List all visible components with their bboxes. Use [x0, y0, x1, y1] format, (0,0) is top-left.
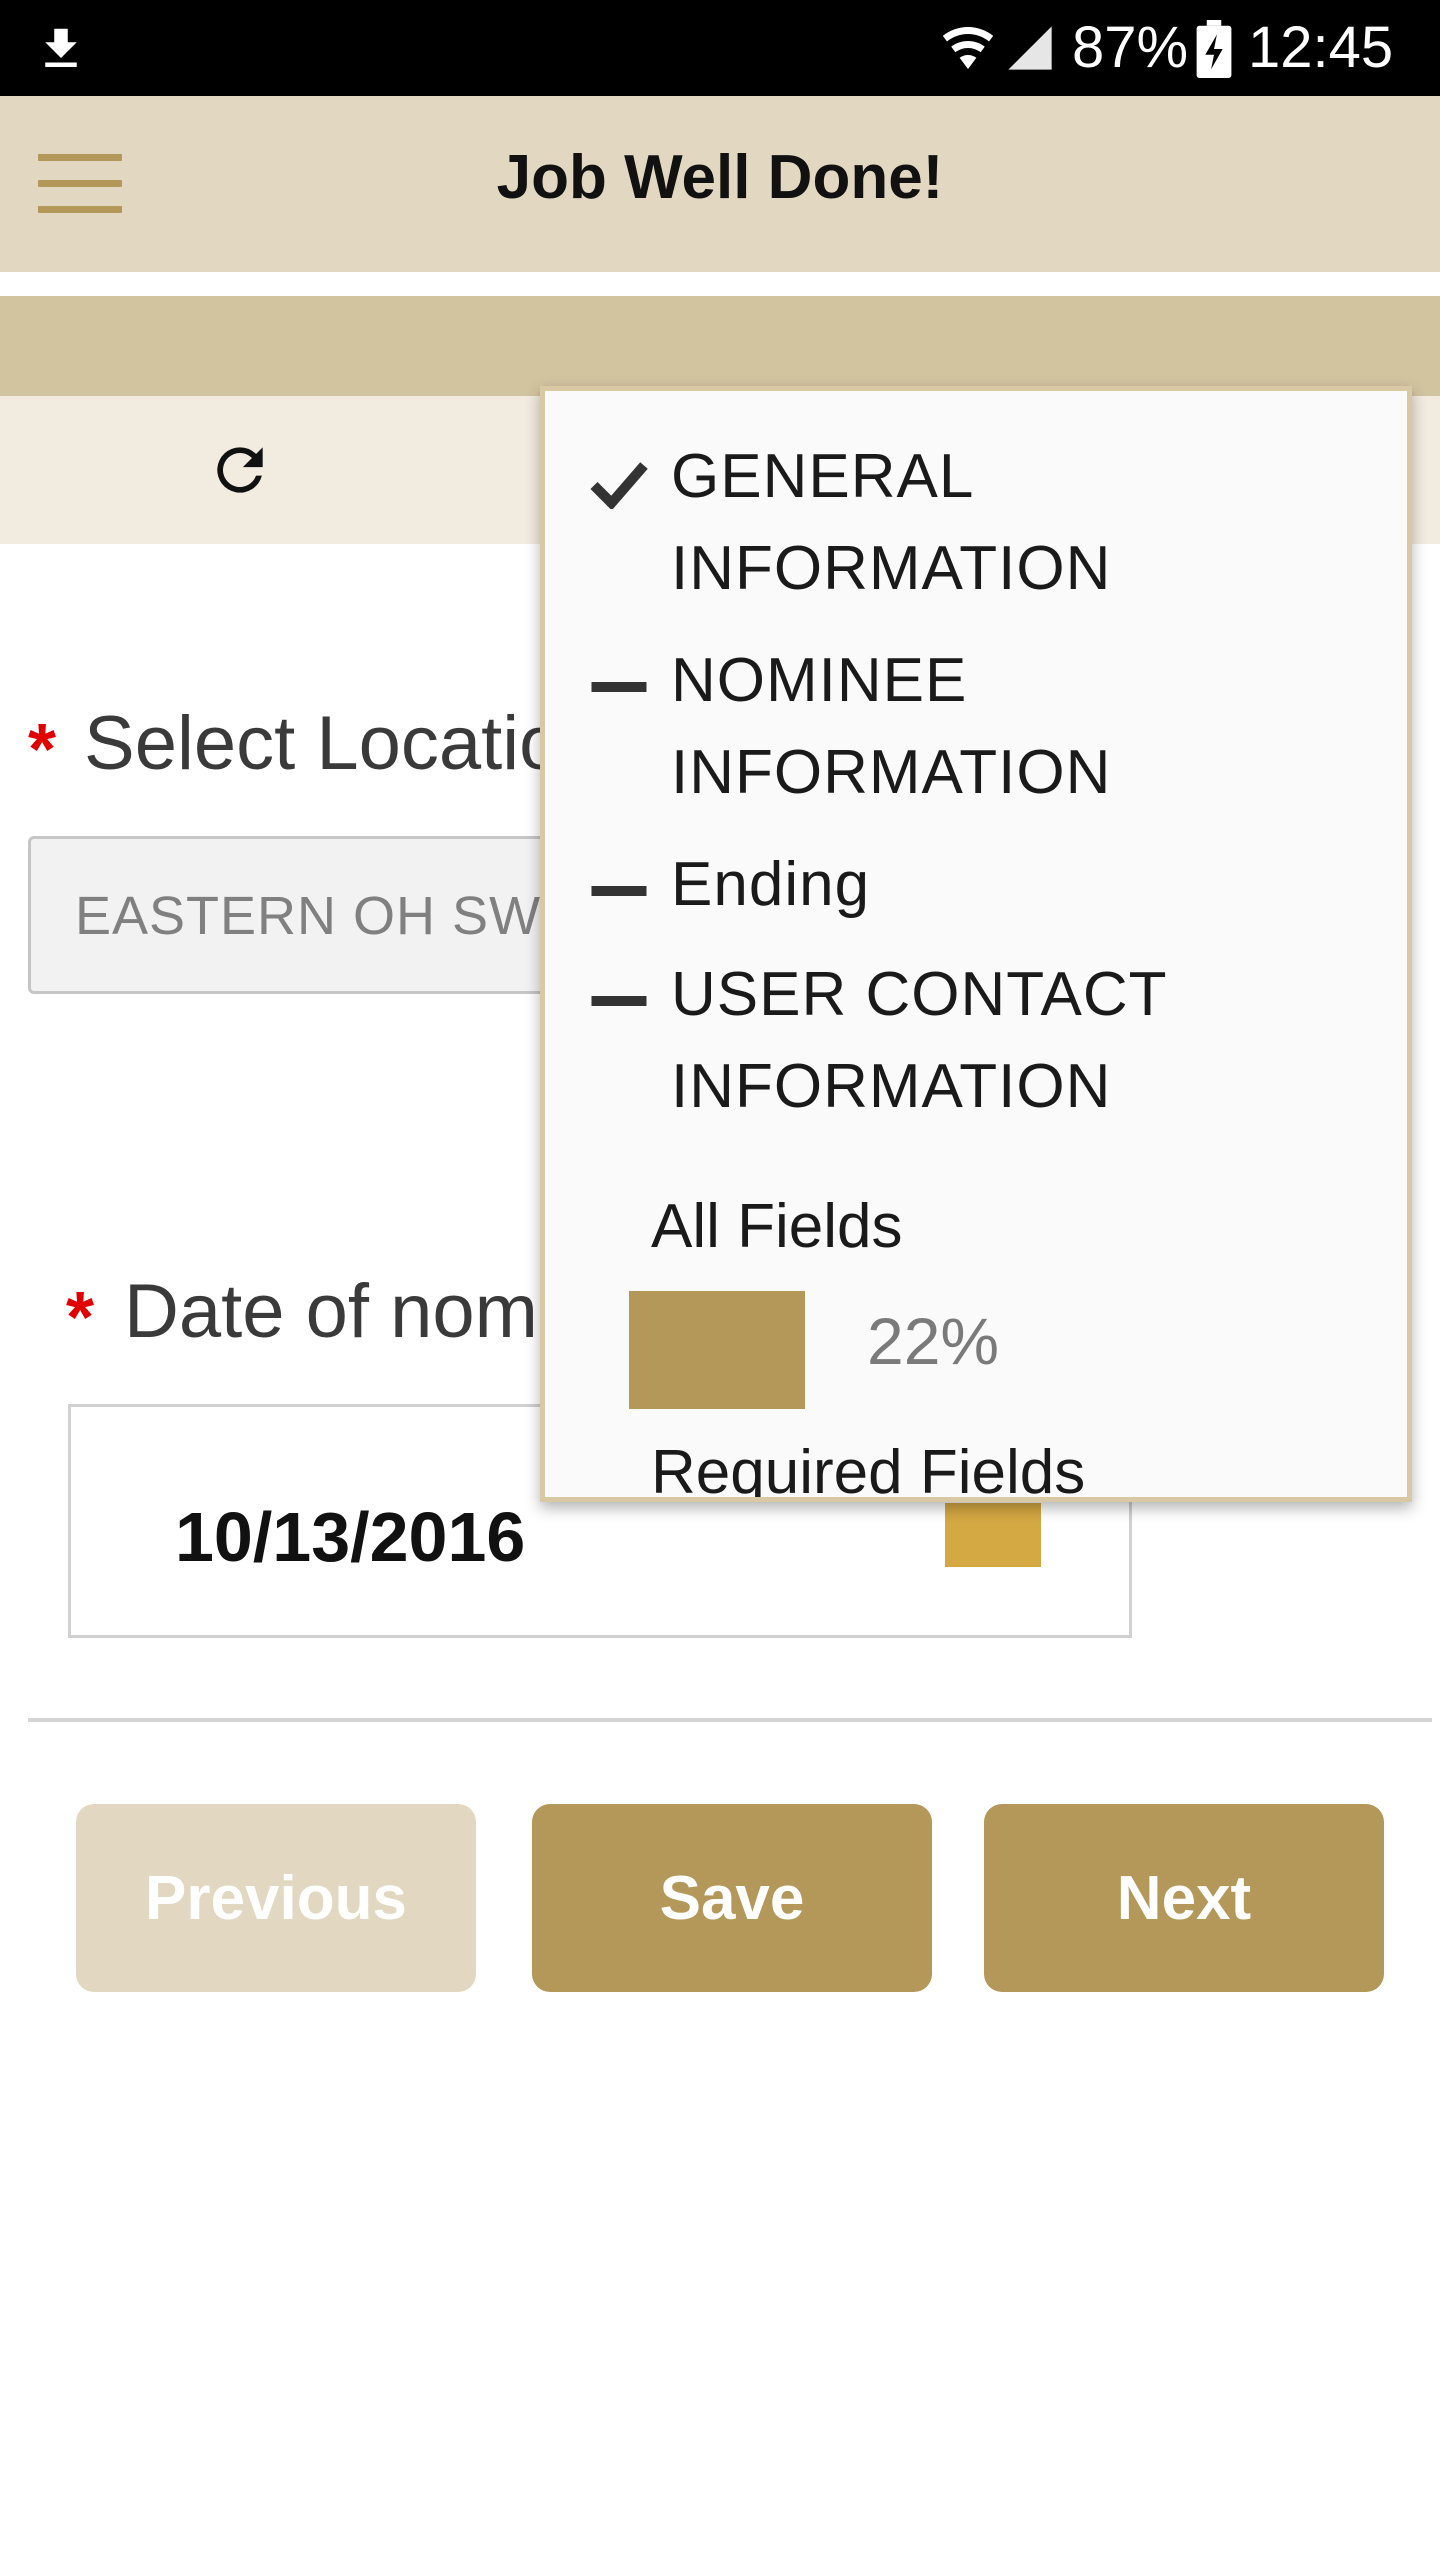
all-fields-progress-bar — [629, 1291, 805, 1409]
required-fields-label: Required Fields — [651, 1438, 1086, 1502]
battery-charging-icon — [1196, 20, 1232, 78]
status-bar: 87% 12:45 — [0, 0, 1440, 96]
date-value: 10/13/2016 — [175, 1498, 526, 1576]
location-label: Select Location — [84, 701, 604, 786]
download-icon — [45, 28, 77, 67]
divider — [28, 1718, 1432, 1722]
dash-icon — [591, 886, 647, 896]
refresh-icon[interactable] — [206, 436, 274, 504]
section-progress-bar[interactable] — [0, 296, 1440, 396]
cell-signal-icon — [1008, 26, 1052, 70]
all-fields-percent: 22% — [867, 1304, 1000, 1378]
dropdown-item-label: NOMINEE INFORMATION — [671, 646, 1112, 807]
required-asterisk: * — [66, 1278, 95, 1358]
dash-icon — [591, 682, 647, 692]
dropdown-item-label: USER CONTACT INFORMATION — [671, 960, 1167, 1121]
calendar-icon[interactable] — [945, 1503, 1041, 1567]
previous-button[interactable]: Previous — [76, 1804, 476, 1992]
page-title: Job Well Done! — [496, 143, 944, 212]
battery-percent: 87% — [1072, 15, 1189, 80]
checkmark-icon — [590, 462, 648, 509]
save-button[interactable]: Save — [532, 1804, 932, 1992]
dropdown-item-label: GENERAL INFORMATION — [671, 442, 1112, 603]
dash-icon — [591, 996, 647, 1006]
next-button[interactable]: Next — [984, 1804, 1384, 1992]
dropdown-item-label: Ending — [671, 850, 871, 919]
wifi-icon — [942, 27, 994, 69]
sections-dropdown: GENERAL INFORMATION NOMINEE INFORMATION … — [540, 386, 1412, 1502]
app-bar: Job Well Done! — [0, 96, 1440, 272]
clock: 12:45 — [1248, 15, 1394, 80]
required-asterisk: * — [28, 710, 57, 790]
all-fields-label: All Fields — [651, 1192, 903, 1261]
